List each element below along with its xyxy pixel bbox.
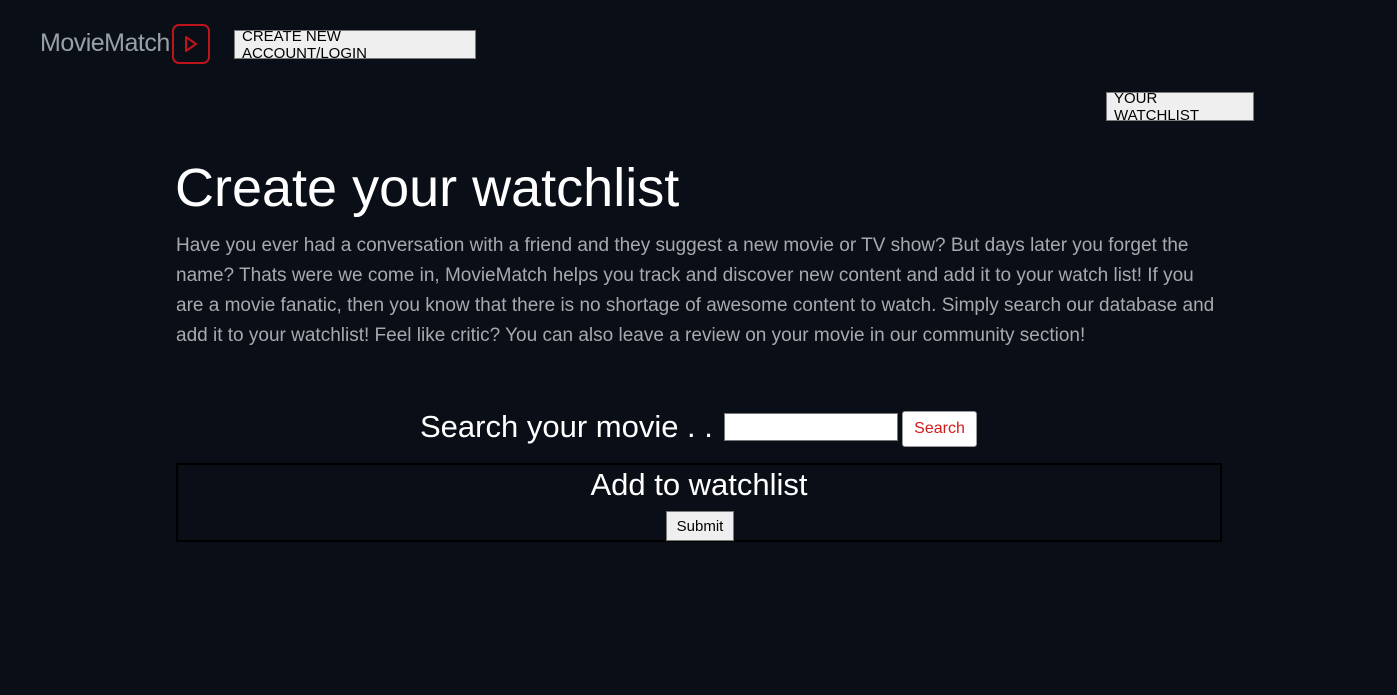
your-watchlist-button[interactable]: YOUR WATCHLIST — [1106, 90, 1254, 124]
page-title: Create your watchlist — [175, 158, 680, 218]
page: MovieMatch CREATE NEW ACCOUNT/LOGIN YOUR… — [0, 0, 1397, 695]
search-row: Search your movie . . Search — [0, 405, 1397, 449]
intro-paragraph: Have you ever had a conversation with a … — [176, 235, 1215, 346]
search-label: Search your movie . . — [420, 409, 713, 444]
play-icon — [171, 23, 210, 64]
add-to-watchlist-title: Add to watchlist — [590, 467, 808, 502]
create-account-login-button[interactable]: CREATE NEW ACCOUNT/LOGIN — [234, 28, 476, 62]
search-button[interactable]: Search — [902, 411, 977, 447]
add-to-watchlist-panel: Add to watchlist Submit — [176, 463, 1222, 542]
logo[interactable]: MovieMatch — [40, 21, 210, 66]
submit-button[interactable]: Submit — [666, 511, 734, 541]
logo-text: MovieMatch — [40, 29, 170, 57]
search-input[interactable] — [724, 413, 898, 441]
